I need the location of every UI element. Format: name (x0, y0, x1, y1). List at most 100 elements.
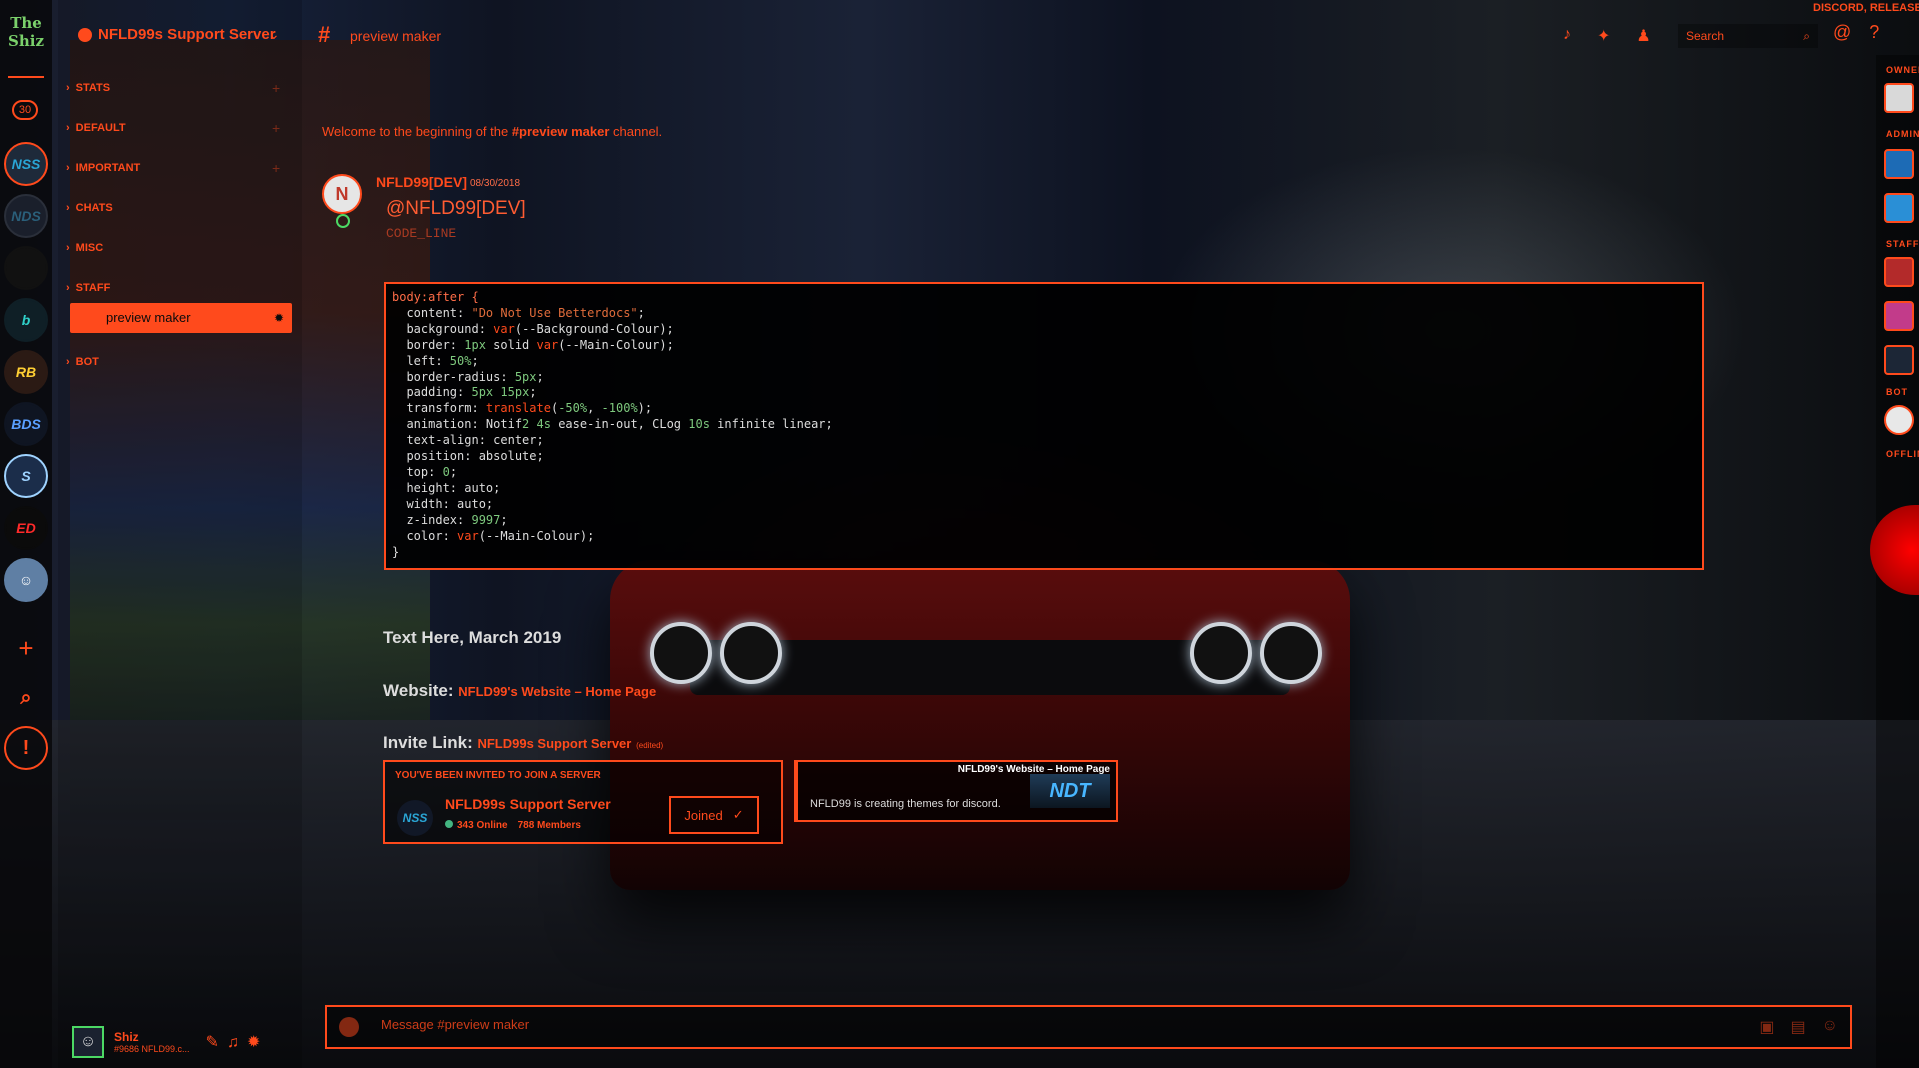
caret-icon: › (66, 122, 70, 134)
invite-header: YOU'VE BEEN INVITED TO JOIN A SERVER (395, 770, 601, 781)
server-icon-1[interactable]: NSS (4, 142, 48, 186)
mention-text[interactable]: @NFLD99[DEV] (386, 198, 526, 220)
code-line-label: CODE_LINE (386, 226, 457, 241)
caret-icon: › (66, 356, 70, 368)
search-placeholder: Search (1686, 29, 1725, 43)
invite-stats: 343 Online 788 Members (445, 820, 581, 831)
channel-header: # preview maker DISCORD, RELEASE, UPDATE… (318, 2, 1919, 54)
code-row: left: 50%; (392, 353, 479, 368)
server-invite-card: YOU'VE BEEN INVITED TO JOIN A SERVER NSS… (383, 760, 783, 844)
chevron-down-icon[interactable]: ⌄ (268, 26, 280, 43)
server-icon-9[interactable]: ☺ (4, 558, 48, 602)
alert-icon[interactable]: ! (4, 726, 48, 770)
server-rail: The Shiz 30 NSS NDS b RB BDS S ED ☺ + ⌕ ! (0, 0, 52, 1068)
message-input[interactable] (381, 1017, 1681, 1032)
username: Shiz (114, 1030, 139, 1044)
member-avatar[interactable] (1884, 257, 1914, 287)
server-icon-5[interactable]: RB (4, 350, 48, 394)
category-chats[interactable]: › CHATS (66, 202, 113, 214)
code-row: top: 0; (392, 464, 458, 479)
code-row: text-align: center; (392, 433, 544, 448)
welcome-suffix: channel. (609, 124, 663, 139)
website-link[interactable]: NFLD99's Website – Home Page (458, 684, 656, 699)
code-row: z-index: 9997; (392, 512, 508, 527)
server-icon[interactable]: NSS (397, 800, 433, 836)
text-here-label: Text Here, March 2019 (383, 628, 562, 647)
server-icon-label: ☺ (18, 572, 34, 588)
invite-label: Invite Link: (383, 733, 473, 752)
add-server-icon[interactable]: + (4, 626, 48, 670)
add-channel-icon[interactable]: + (272, 80, 280, 96)
avatar[interactable]: ☺ (72, 1026, 104, 1058)
category-misc[interactable]: › MISC (66, 242, 103, 254)
code-block: body:after { content: "Do Not Use Better… (384, 282, 1704, 570)
bell-icon[interactable]: ♪ (1563, 26, 1571, 46)
channel-sidebar: NFLD99s Support Server ⌄ › STATS + › DEFAU… (58, 0, 302, 1068)
channel-preview-maker[interactable]: preview maker ✹ (70, 303, 292, 333)
server-icon-4[interactable]: b (4, 298, 48, 342)
online-label: 343 Online (457, 820, 508, 831)
website-label: Website: (383, 681, 454, 700)
member-group-offline: OFFLINE (1886, 449, 1919, 459)
discover-search-icon[interactable]: ⌕ (4, 676, 48, 720)
gift-icon[interactable]: ▣ (1759, 1017, 1774, 1037)
server-icon-2[interactable]: NDS (4, 194, 48, 238)
headlight-right-outer (1260, 622, 1322, 684)
home-logo[interactable]: The Shiz (4, 14, 48, 58)
gear-icon[interactable]: ✹ (274, 303, 284, 333)
settings-gear-icon[interactable]: ✹ (247, 1034, 268, 1051)
category-stats[interactable]: › STATS (66, 82, 110, 94)
member-avatar[interactable] (1884, 405, 1914, 435)
headlight-left-outer (650, 622, 712, 684)
add-attachment-icon[interactable] (339, 1017, 359, 1037)
mention-badge: 30 (12, 100, 38, 120)
code-row: padding: 5px 15px; (392, 385, 537, 400)
channel-welcome: Welcome to the beginning of the #preview… (322, 124, 662, 139)
add-channel-icon[interactable]: + (272, 120, 280, 136)
caret-icon: › (66, 242, 70, 254)
code-row: content: "Do Not Use Betterdocs"; (392, 305, 645, 320)
invite-link[interactable]: NFLD99s Support Server (477, 736, 631, 751)
server-header[interactable]: NFLD99s Support Server (78, 26, 276, 43)
message-avatar[interactable]: N (322, 174, 362, 214)
member-avatar[interactable] (1884, 345, 1914, 375)
joined-button[interactable]: Joined ✓ (669, 796, 759, 834)
category-default[interactable]: › DEFAULT (66, 122, 126, 134)
mute-mic-icon[interactable]: ✎ (206, 1034, 227, 1051)
message-composer: ▣ ▤ ☺ (325, 1005, 1852, 1049)
server-name: NFLD99s Support Server (98, 26, 276, 43)
server-icon-8[interactable]: ED (4, 506, 48, 550)
channel-title: preview maker (350, 28, 442, 44)
embed-description: NFLD99 is creating themes for discord. (810, 798, 1001, 810)
search-input[interactable]: Search ⌕ (1678, 24, 1818, 48)
category-bot[interactable]: › BOT (66, 356, 99, 368)
embed-thumbnail[interactable]: NDT (1030, 774, 1110, 808)
add-channel-icon[interactable]: + (272, 160, 280, 176)
mention-at-icon[interactable]: @ (1833, 22, 1851, 43)
help-icon[interactable]: ? (1869, 22, 1879, 43)
member-avatar[interactable] (1884, 149, 1914, 179)
pin-icon[interactable]: ✦ (1597, 26, 1610, 46)
member-avatar[interactable] (1884, 83, 1914, 113)
category-staff[interactable]: › STAFF (66, 282, 110, 294)
message-author[interactable]: NFLD99[DEV] (376, 174, 467, 190)
code-row: background: var(--Background-Colour); (392, 321, 674, 336)
code-row: } (392, 544, 400, 559)
welcome-channel: #preview maker (511, 124, 610, 139)
invite-server-name[interactable]: NFLD99s Support Server (445, 796, 611, 812)
category-important[interactable]: › IMPORTANT (66, 162, 140, 174)
headphones-icon[interactable]: ♫ (227, 1034, 247, 1051)
gif-icon[interactable]: ▤ (1791, 1017, 1806, 1037)
member-avatar[interactable] (1884, 301, 1914, 331)
member-avatar[interactable] (1884, 193, 1914, 223)
members-icon[interactable]: ♟ (1636, 26, 1650, 46)
caret-icon: › (66, 282, 70, 294)
code-row: height: auto; (392, 480, 501, 495)
server-icon-3[interactable] (4, 246, 48, 290)
category-label: BOT (75, 356, 99, 368)
user-panel: ☺ Shiz #9686 NFLD99.c... ✎♫✹ (72, 1022, 302, 1062)
composer-actions: ▣ ▤ ☺ (1759, 1017, 1838, 1037)
emoji-icon[interactable]: ☺ (1822, 1017, 1838, 1037)
server-icon-6[interactable]: BDS (4, 402, 48, 446)
server-icon-7[interactable]: S (4, 454, 48, 498)
